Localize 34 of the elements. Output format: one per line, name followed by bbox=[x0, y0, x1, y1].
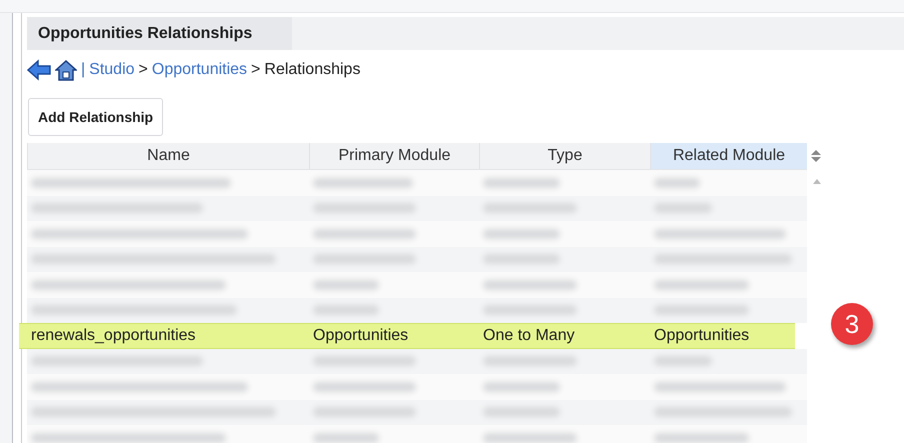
table-row[interactable] bbox=[27, 246, 807, 272]
table-row[interactable] bbox=[27, 221, 807, 246]
table-cell-text: One to Many bbox=[482, 326, 576, 346]
table-row[interactable] bbox=[27, 170, 807, 196]
callout-badge: 3 bbox=[831, 303, 873, 345]
sort-icon[interactable] bbox=[810, 149, 822, 163]
blurred-text bbox=[654, 178, 700, 188]
back-arrow-icon[interactable] bbox=[27, 59, 51, 81]
table-row[interactable] bbox=[27, 374, 807, 400]
table-row[interactable] bbox=[27, 425, 807, 443]
breadcrumb-link[interactable]: Studio bbox=[89, 61, 135, 79]
breadcrumb-arrow: > bbox=[138, 61, 148, 79]
breadcrumb-arrow: > bbox=[251, 61, 260, 79]
column-header[interactable]: Related Module bbox=[650, 143, 807, 169]
table-cell-text: Opportunities bbox=[312, 326, 410, 346]
blurred-text bbox=[313, 280, 380, 290]
table-cell-text: renewals_opportunities bbox=[30, 326, 197, 346]
table-row[interactable] bbox=[27, 272, 807, 298]
table-row[interactable] bbox=[27, 348, 807, 374]
column-header[interactable]: Primary Module bbox=[309, 143, 479, 169]
home-icon[interactable] bbox=[55, 59, 77, 81]
table-row[interactable] bbox=[27, 400, 807, 425]
breadcrumb-current: Relationships bbox=[264, 61, 360, 79]
blurred-text bbox=[313, 432, 380, 443]
table-cell-text: Opportunities bbox=[653, 326, 750, 346]
table-row[interactable] bbox=[27, 196, 807, 221]
column-header[interactable]: Name bbox=[27, 143, 309, 169]
panel-title: Opportunities Relationships bbox=[27, 17, 292, 50]
breadcrumb-link[interactable]: Opportunities bbox=[152, 61, 248, 79]
separator: | bbox=[81, 61, 86, 79]
add-relationship-button[interactable]: Add Relationship bbox=[28, 98, 164, 136]
highlighted-row[interactable]: renewals_opportunities Opportunities One to Many Opportunities bbox=[19, 323, 795, 348]
table-row[interactable] bbox=[27, 298, 807, 323]
scroll-up-arrow-icon[interactable] bbox=[812, 177, 822, 185]
